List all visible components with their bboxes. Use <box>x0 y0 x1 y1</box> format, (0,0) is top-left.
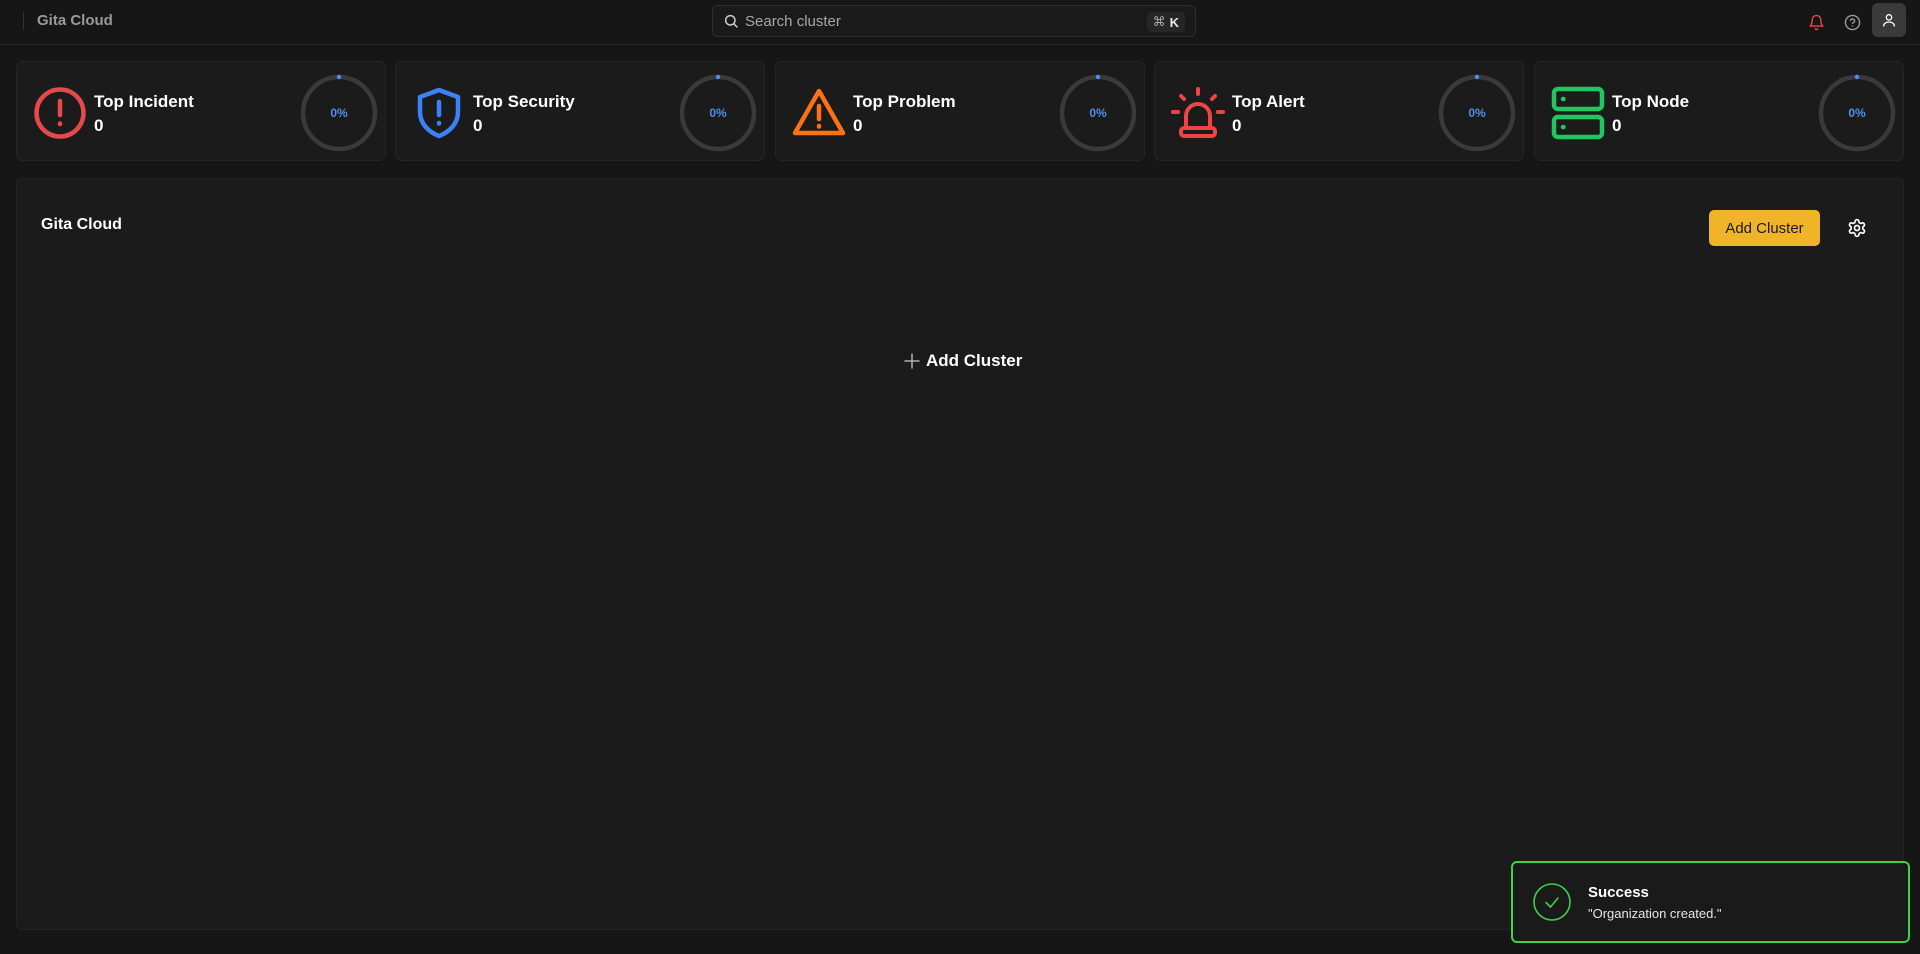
search-icon <box>724 14 738 28</box>
success-toast[interactable]: Success "Organization created." <box>1511 861 1910 943</box>
panel-title: Gita Cloud <box>41 216 122 233</box>
stat-card-incident[interactable]: Top Incident 0 0% <box>16 61 386 161</box>
stat-value: 0 <box>1612 116 1622 135</box>
stat-title: Top Problem <box>853 92 956 111</box>
settings-button[interactable] <box>1845 216 1869 240</box>
plus-icon <box>904 353 920 369</box>
alert-circle-icon <box>34 87 86 139</box>
shortcut-key: K <box>1169 14 1179 30</box>
stat-value: 0 <box>94 116 104 135</box>
server-icon <box>1551 86 1605 140</box>
stat-card-alert[interactable]: Top Alert 0 0% <box>1154 61 1524 161</box>
stats-row: Top Incident 0 0% Top Security 0 0% Top … <box>16 61 1904 161</box>
toast-title: Success <box>1588 884 1649 901</box>
stat-title: Top Alert <box>1232 92 1305 111</box>
stat-card-problem[interactable]: Top Problem 0 0% <box>775 61 1145 161</box>
search-input[interactable] <box>745 12 1135 30</box>
stat-card-security[interactable]: Top Security 0 0% <box>395 61 765 161</box>
help-icon <box>1844 14 1860 30</box>
search-shortcut: ⌘ K <box>1146 12 1185 32</box>
stat-percent: 0% <box>1089 106 1107 120</box>
empty-state-add-cluster[interactable]: Add Cluster <box>904 349 1022 373</box>
help-button[interactable] <box>1837 7 1867 37</box>
notifications-button[interactable] <box>1801 7 1831 37</box>
stat-percent: 0% <box>1468 106 1486 120</box>
stat-title: Top Node <box>1612 92 1690 111</box>
warning-triangle-icon <box>792 88 846 136</box>
stat-value: 0 <box>473 116 483 135</box>
brand-title[interactable]: Gita Cloud <box>37 12 113 29</box>
empty-add-label: Add Cluster <box>926 351 1023 370</box>
topbar-divider <box>23 12 24 30</box>
stat-title: Top Incident <box>94 92 194 111</box>
bell-icon <box>1808 14 1824 30</box>
stat-percent: 0% <box>1848 106 1866 120</box>
command-key: ⌘ <box>1152 14 1166 30</box>
cluster-panel: Gita Cloud Add Cluster Add Cluster <box>16 178 1904 930</box>
toast-message: "Organization created." <box>1588 906 1722 921</box>
stat-title: Top Security <box>473 92 575 111</box>
gear-icon <box>1848 218 1866 238</box>
check-circle-icon <box>1533 883 1571 921</box>
add-cluster-button[interactable]: Add Cluster <box>1709 210 1820 246</box>
stat-value: 0 <box>1232 116 1242 135</box>
stat-value: 0 <box>853 116 863 135</box>
siren-icon <box>1171 87 1225 138</box>
user-icon <box>1883 14 1895 27</box>
stat-percent: 0% <box>709 106 727 120</box>
user-menu-button[interactable] <box>1872 3 1906 37</box>
search-bar[interactable]: ⌘ K <box>712 5 1196 37</box>
stat-percent: 0% <box>330 106 348 120</box>
top-bar: Gita Cloud ⌘ K <box>0 0 1920 45</box>
shield-alert-icon <box>417 87 461 139</box>
stat-card-node[interactable]: Top Node 0 0% <box>1534 61 1904 161</box>
